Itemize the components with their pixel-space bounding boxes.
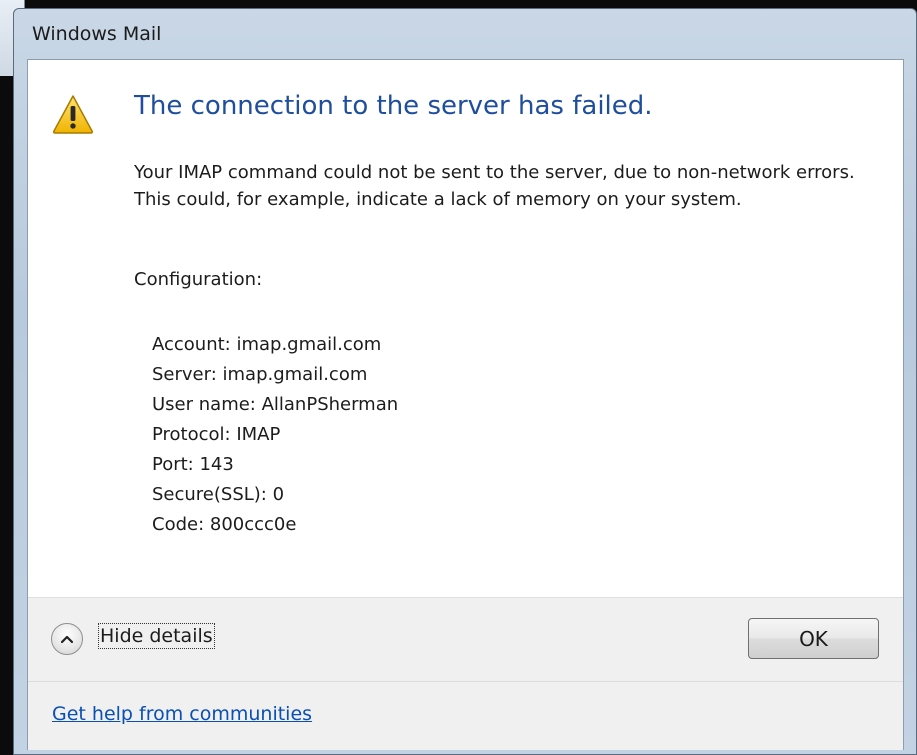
config-port: Port: 143 — [152, 454, 234, 475]
configuration-label: Configuration: — [134, 269, 263, 290]
config-secure-ssl: Secure(SSL): 0 — [152, 484, 285, 505]
config-user-name: User name: AllanPSherman — [152, 394, 399, 415]
hide-details-link[interactable]: Hide details — [98, 623, 215, 649]
chevron-up-icon — [60, 635, 74, 644]
config-account: Account: imap.gmail.com — [152, 334, 382, 355]
title-bar[interactable]: Windows Mail — [14, 9, 916, 59]
warning-icon — [52, 94, 94, 134]
error-description: Your IMAP command could not be sent to t… — [134, 162, 855, 210]
configuration-details: Account: imap.gmail.com Server: imap.gma… — [152, 330, 398, 540]
dialog-title: Windows Mail — [32, 23, 162, 45]
config-server: Server: imap.gmail.com — [152, 364, 368, 385]
error-dialog: Windows Mail The connection to the serve… — [13, 8, 917, 755]
main-instruction: The connection to the server has failed. — [134, 91, 653, 121]
config-code: Code: 800ccc0e — [152, 514, 297, 535]
ok-button[interactable]: OK — [748, 618, 879, 659]
help-communities-link[interactable]: Get help from communities — [52, 703, 312, 725]
dialog-client-area: The connection to the server has failed.… — [27, 59, 904, 750]
toggle-details-button[interactable] — [51, 623, 83, 655]
dialog-content: The connection to the server has failed.… — [28, 60, 903, 597]
config-protocol: Protocol: IMAP — [152, 424, 281, 445]
dialog-button-area: Hide details OK — [28, 597, 903, 682]
dialog-footnote-area: Get help from communities — [28, 681, 903, 750]
